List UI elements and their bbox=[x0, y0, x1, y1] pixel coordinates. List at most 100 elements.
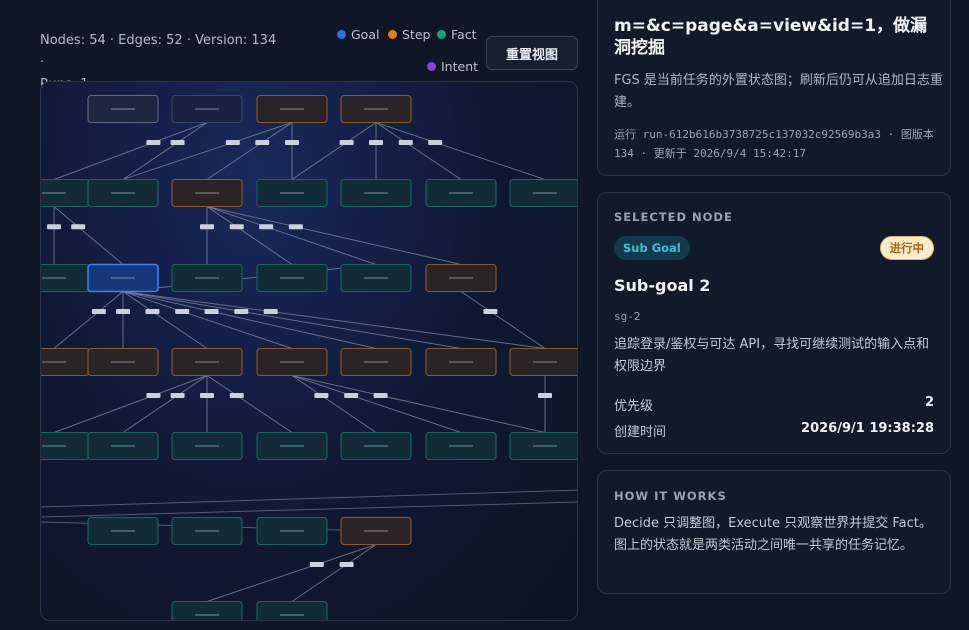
edge-label[interactable] bbox=[204, 308, 219, 314]
graph-node-label[interactable] bbox=[111, 277, 135, 279]
edge-label[interactable] bbox=[229, 224, 244, 230]
graph-edge bbox=[122, 264, 377, 292]
graph-edge bbox=[375, 122, 546, 180]
graph-edge bbox=[53, 122, 208, 180]
edge-label[interactable] bbox=[259, 224, 274, 230]
graph-node-label[interactable] bbox=[111, 108, 135, 110]
graph-node-label[interactable] bbox=[364, 192, 388, 194]
graph-node-label[interactable] bbox=[195, 108, 219, 110]
graph-node-label[interactable] bbox=[449, 445, 473, 447]
edge-label[interactable] bbox=[483, 308, 498, 314]
run-card: m=&c=page&a=view&id=1，做漏洞挖掘 FGS 是当前任务的外置… bbox=[597, 0, 951, 176]
graph-node-label[interactable] bbox=[111, 445, 135, 447]
graph-node-label[interactable] bbox=[364, 361, 388, 363]
edge-label[interactable] bbox=[344, 392, 359, 398]
created-label: 创建时间 bbox=[614, 425, 667, 440]
graph-node-label[interactable] bbox=[195, 530, 219, 532]
selected-node-card: SELECTED NODE Sub Goal 进行中 Sub-goal 2 sg… bbox=[597, 192, 951, 454]
graph-node-label[interactable] bbox=[364, 277, 388, 279]
edge-label[interactable] bbox=[369, 139, 383, 145]
graph-node-label[interactable] bbox=[449, 192, 473, 194]
graph-node-label[interactable] bbox=[364, 108, 388, 110]
graph-node-label[interactable] bbox=[533, 361, 557, 363]
edge-label[interactable] bbox=[285, 139, 299, 145]
edge-label[interactable] bbox=[200, 392, 214, 398]
edge-label[interactable] bbox=[229, 392, 244, 398]
graph-node-label[interactable] bbox=[42, 361, 66, 363]
edge-label[interactable] bbox=[47, 224, 61, 230]
run-meta: 运行 run-612b616b3738725c137032c92569b3a3 … bbox=[614, 128, 934, 160]
graph-node-label[interactable] bbox=[280, 445, 304, 447]
graph-node-label[interactable] bbox=[111, 530, 135, 532]
run-title: m=&c=page&a=view&id=1，做漏洞挖掘 bbox=[614, 16, 928, 58]
graph-edge bbox=[53, 206, 124, 265]
graph-node-label[interactable] bbox=[195, 192, 219, 194]
graph-svg[interactable] bbox=[41, 82, 578, 621]
graph-node-label[interactable] bbox=[195, 277, 219, 279]
graph-node[interactable] bbox=[171, 600, 243, 622]
edge-label[interactable] bbox=[428, 139, 443, 145]
edge-label[interactable] bbox=[170, 392, 185, 398]
legend-label-intent: Intent bbox=[441, 59, 479, 74]
graph-node-label[interactable] bbox=[533, 445, 557, 447]
graph-edge bbox=[122, 291, 208, 349]
graph-node-label[interactable] bbox=[280, 614, 304, 616]
graph-node[interactable] bbox=[256, 600, 328, 622]
graph-edge bbox=[206, 375, 293, 433]
edge-label[interactable] bbox=[314, 392, 329, 398]
edge-label[interactable] bbox=[255, 139, 270, 145]
graph-node-label[interactable] bbox=[42, 277, 66, 279]
edge-label[interactable] bbox=[234, 308, 249, 314]
edge-label[interactable] bbox=[146, 139, 161, 145]
graph-node-label[interactable] bbox=[280, 361, 304, 363]
graph-node-label[interactable] bbox=[280, 530, 304, 532]
node-status-badge: 进行中 bbox=[879, 236, 934, 260]
edge-label[interactable] bbox=[71, 224, 86, 230]
graph-edge bbox=[291, 544, 377, 602]
graph-node-label[interactable] bbox=[533, 192, 557, 194]
edge-label[interactable] bbox=[263, 308, 278, 314]
graph-edge bbox=[122, 375, 208, 433]
graph-node-label[interactable] bbox=[449, 277, 473, 279]
edge-label[interactable] bbox=[309, 561, 324, 567]
graph-node-label[interactable] bbox=[280, 277, 304, 279]
edge-label[interactable] bbox=[175, 308, 190, 314]
graph-edge bbox=[206, 206, 293, 265]
edge-label[interactable] bbox=[398, 139, 413, 145]
graph-canvas[interactable] bbox=[40, 81, 578, 621]
edge-label[interactable] bbox=[91, 308, 106, 314]
edge-label[interactable] bbox=[288, 224, 303, 230]
graph-node-label[interactable] bbox=[364, 445, 388, 447]
edge-label[interactable] bbox=[170, 139, 185, 145]
graph-edge bbox=[122, 291, 377, 349]
graph-node-label[interactable] bbox=[195, 614, 219, 616]
goal-dot-icon bbox=[337, 30, 346, 39]
created-value: 2026/9/1 19:38:28 bbox=[801, 421, 934, 436]
edge-label[interactable] bbox=[538, 392, 552, 398]
node-type-badge: Sub Goal bbox=[614, 236, 690, 260]
edge-label[interactable] bbox=[116, 308, 130, 314]
edge-label[interactable] bbox=[339, 139, 354, 145]
edge-label[interactable] bbox=[373, 392, 388, 398]
graph-node-label[interactable] bbox=[42, 445, 66, 447]
graph-node-label[interactable] bbox=[42, 192, 66, 194]
graph-node-label[interactable] bbox=[364, 530, 388, 532]
graph-node-label[interactable] bbox=[280, 192, 304, 194]
graph-edge bbox=[122, 291, 293, 349]
graph-edge bbox=[460, 291, 546, 349]
graph-node-label[interactable] bbox=[111, 192, 135, 194]
edge-label[interactable] bbox=[146, 392, 161, 398]
legend-label-goal: Goal bbox=[351, 27, 380, 42]
edge-label[interactable] bbox=[339, 561, 354, 567]
graph-node-label[interactable] bbox=[449, 361, 473, 363]
graph-node-label[interactable] bbox=[280, 108, 304, 110]
edge-label[interactable] bbox=[225, 139, 240, 145]
reset-view-button[interactable]: 重置视图 bbox=[486, 36, 578, 70]
legend-label-fact: Fact bbox=[451, 27, 477, 42]
graph-node-label[interactable] bbox=[111, 361, 135, 363]
edge-label[interactable] bbox=[145, 308, 160, 314]
edge-label[interactable] bbox=[200, 224, 214, 230]
graph-node-label[interactable] bbox=[195, 445, 219, 447]
legend-item-fact: Fact bbox=[437, 27, 476, 42]
graph-node-label[interactable] bbox=[195, 361, 219, 363]
